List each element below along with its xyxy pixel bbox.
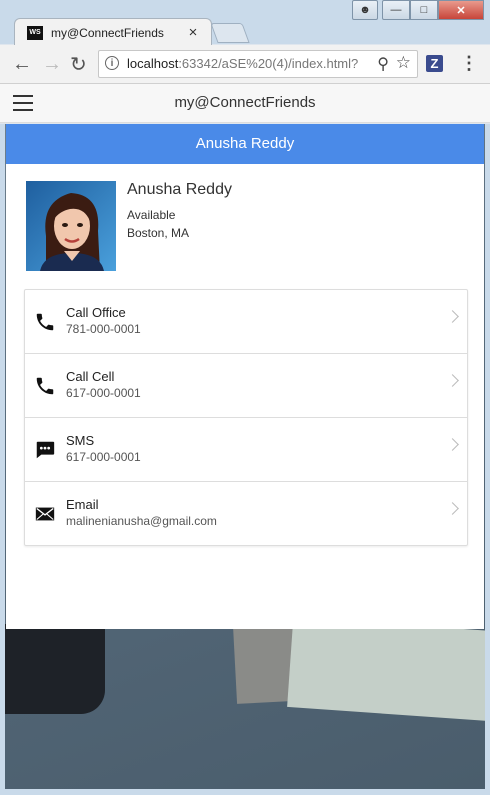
browser-toolbar: ← → ↻ i localhost:63342/aSE%20(4)/index.… (0, 45, 490, 84)
contact-actions-list: Call Office 781-000-0001 Call Cell 617-0… (24, 289, 468, 546)
list-item-email[interactable]: Email malinenianusha@gmail.com (25, 482, 467, 545)
contact-card: Anusha Reddy Anusha Reddy Available Bost… (6, 124, 484, 629)
chevron-right-icon (446, 374, 459, 387)
action-value: 781-000-0001 (66, 322, 141, 336)
close-window-button[interactable]: ✕ (438, 0, 484, 20)
list-item-call-office[interactable]: Call Office 781-000-0001 (25, 290, 467, 354)
app-header: my@ConnectFriends (0, 84, 490, 123)
window-border-left (0, 124, 5, 789)
bookmark-star-icon[interactable]: ☆ (396, 53, 411, 73)
list-item-sms[interactable]: SMS 617-000-0001 (25, 418, 467, 482)
back-arrow-icon[interactable]: ← (12, 53, 32, 76)
chevron-right-icon (446, 502, 459, 515)
browser-menu-icon[interactable]: ⋮ (460, 53, 478, 74)
maximize-button[interactable]: □ (410, 0, 438, 20)
action-value: 617-000-0001 (66, 450, 141, 464)
app-title: my@ConnectFriends (174, 94, 316, 111)
list-item-call-cell[interactable]: Call Cell 617-000-0001 (25, 354, 467, 418)
contact-header: Anusha Reddy (6, 124, 484, 164)
browser-tab[interactable]: WS my@ConnectFriends × (14, 18, 212, 46)
profile-section: Anusha Reddy Available Boston, MA (6, 164, 484, 287)
user-profile-icon[interactable]: ☻ (352, 0, 378, 20)
background-paper (287, 617, 485, 721)
action-label: SMS (66, 433, 95, 448)
action-value: 617-000-0001 (66, 386, 141, 400)
profile-name: Anusha Reddy (127, 181, 232, 198)
tab-close-icon[interactable]: × (185, 24, 201, 41)
site-info-icon[interactable]: i (105, 56, 119, 70)
action-label: Call Office (66, 305, 126, 320)
profile-status: Available (127, 208, 176, 222)
phone-icon (36, 313, 54, 331)
webstorm-favicon-icon: WS (27, 25, 43, 40)
address-bar[interactable]: i localhost:63342/aSE%20(4)/index.html? … (98, 50, 418, 78)
extension-z-icon[interactable]: Z (426, 55, 443, 72)
tab-title: my@ConnectFriends (51, 25, 164, 40)
chevron-right-icon (446, 310, 459, 323)
minimize-button[interactable]: — (382, 0, 410, 20)
action-label: Call Cell (66, 369, 115, 384)
sms-icon (36, 441, 55, 459)
forward-arrow-icon[interactable]: → (42, 53, 62, 76)
chevron-right-icon (446, 438, 459, 451)
email-icon (35, 507, 55, 521)
window-border-bottom (0, 789, 490, 795)
phone-icon (36, 377, 54, 395)
action-label: Email (66, 497, 99, 512)
url-text[interactable]: localhost:63342/aSE%20(4)/index.html? (127, 56, 363, 71)
action-value: malinenianusha@gmail.com (66, 514, 217, 528)
avatar (26, 181, 116, 271)
background-laptop (5, 624, 105, 714)
new-tab-button[interactable] (210, 23, 250, 43)
zoom-icon[interactable]: ⚲ (377, 54, 389, 74)
reload-icon[interactable]: ↻ (70, 52, 87, 77)
profile-location: Boston, MA (127, 226, 190, 240)
window-controls: ☻ — □ ✕ (352, 0, 484, 20)
window-border-right (485, 124, 490, 789)
